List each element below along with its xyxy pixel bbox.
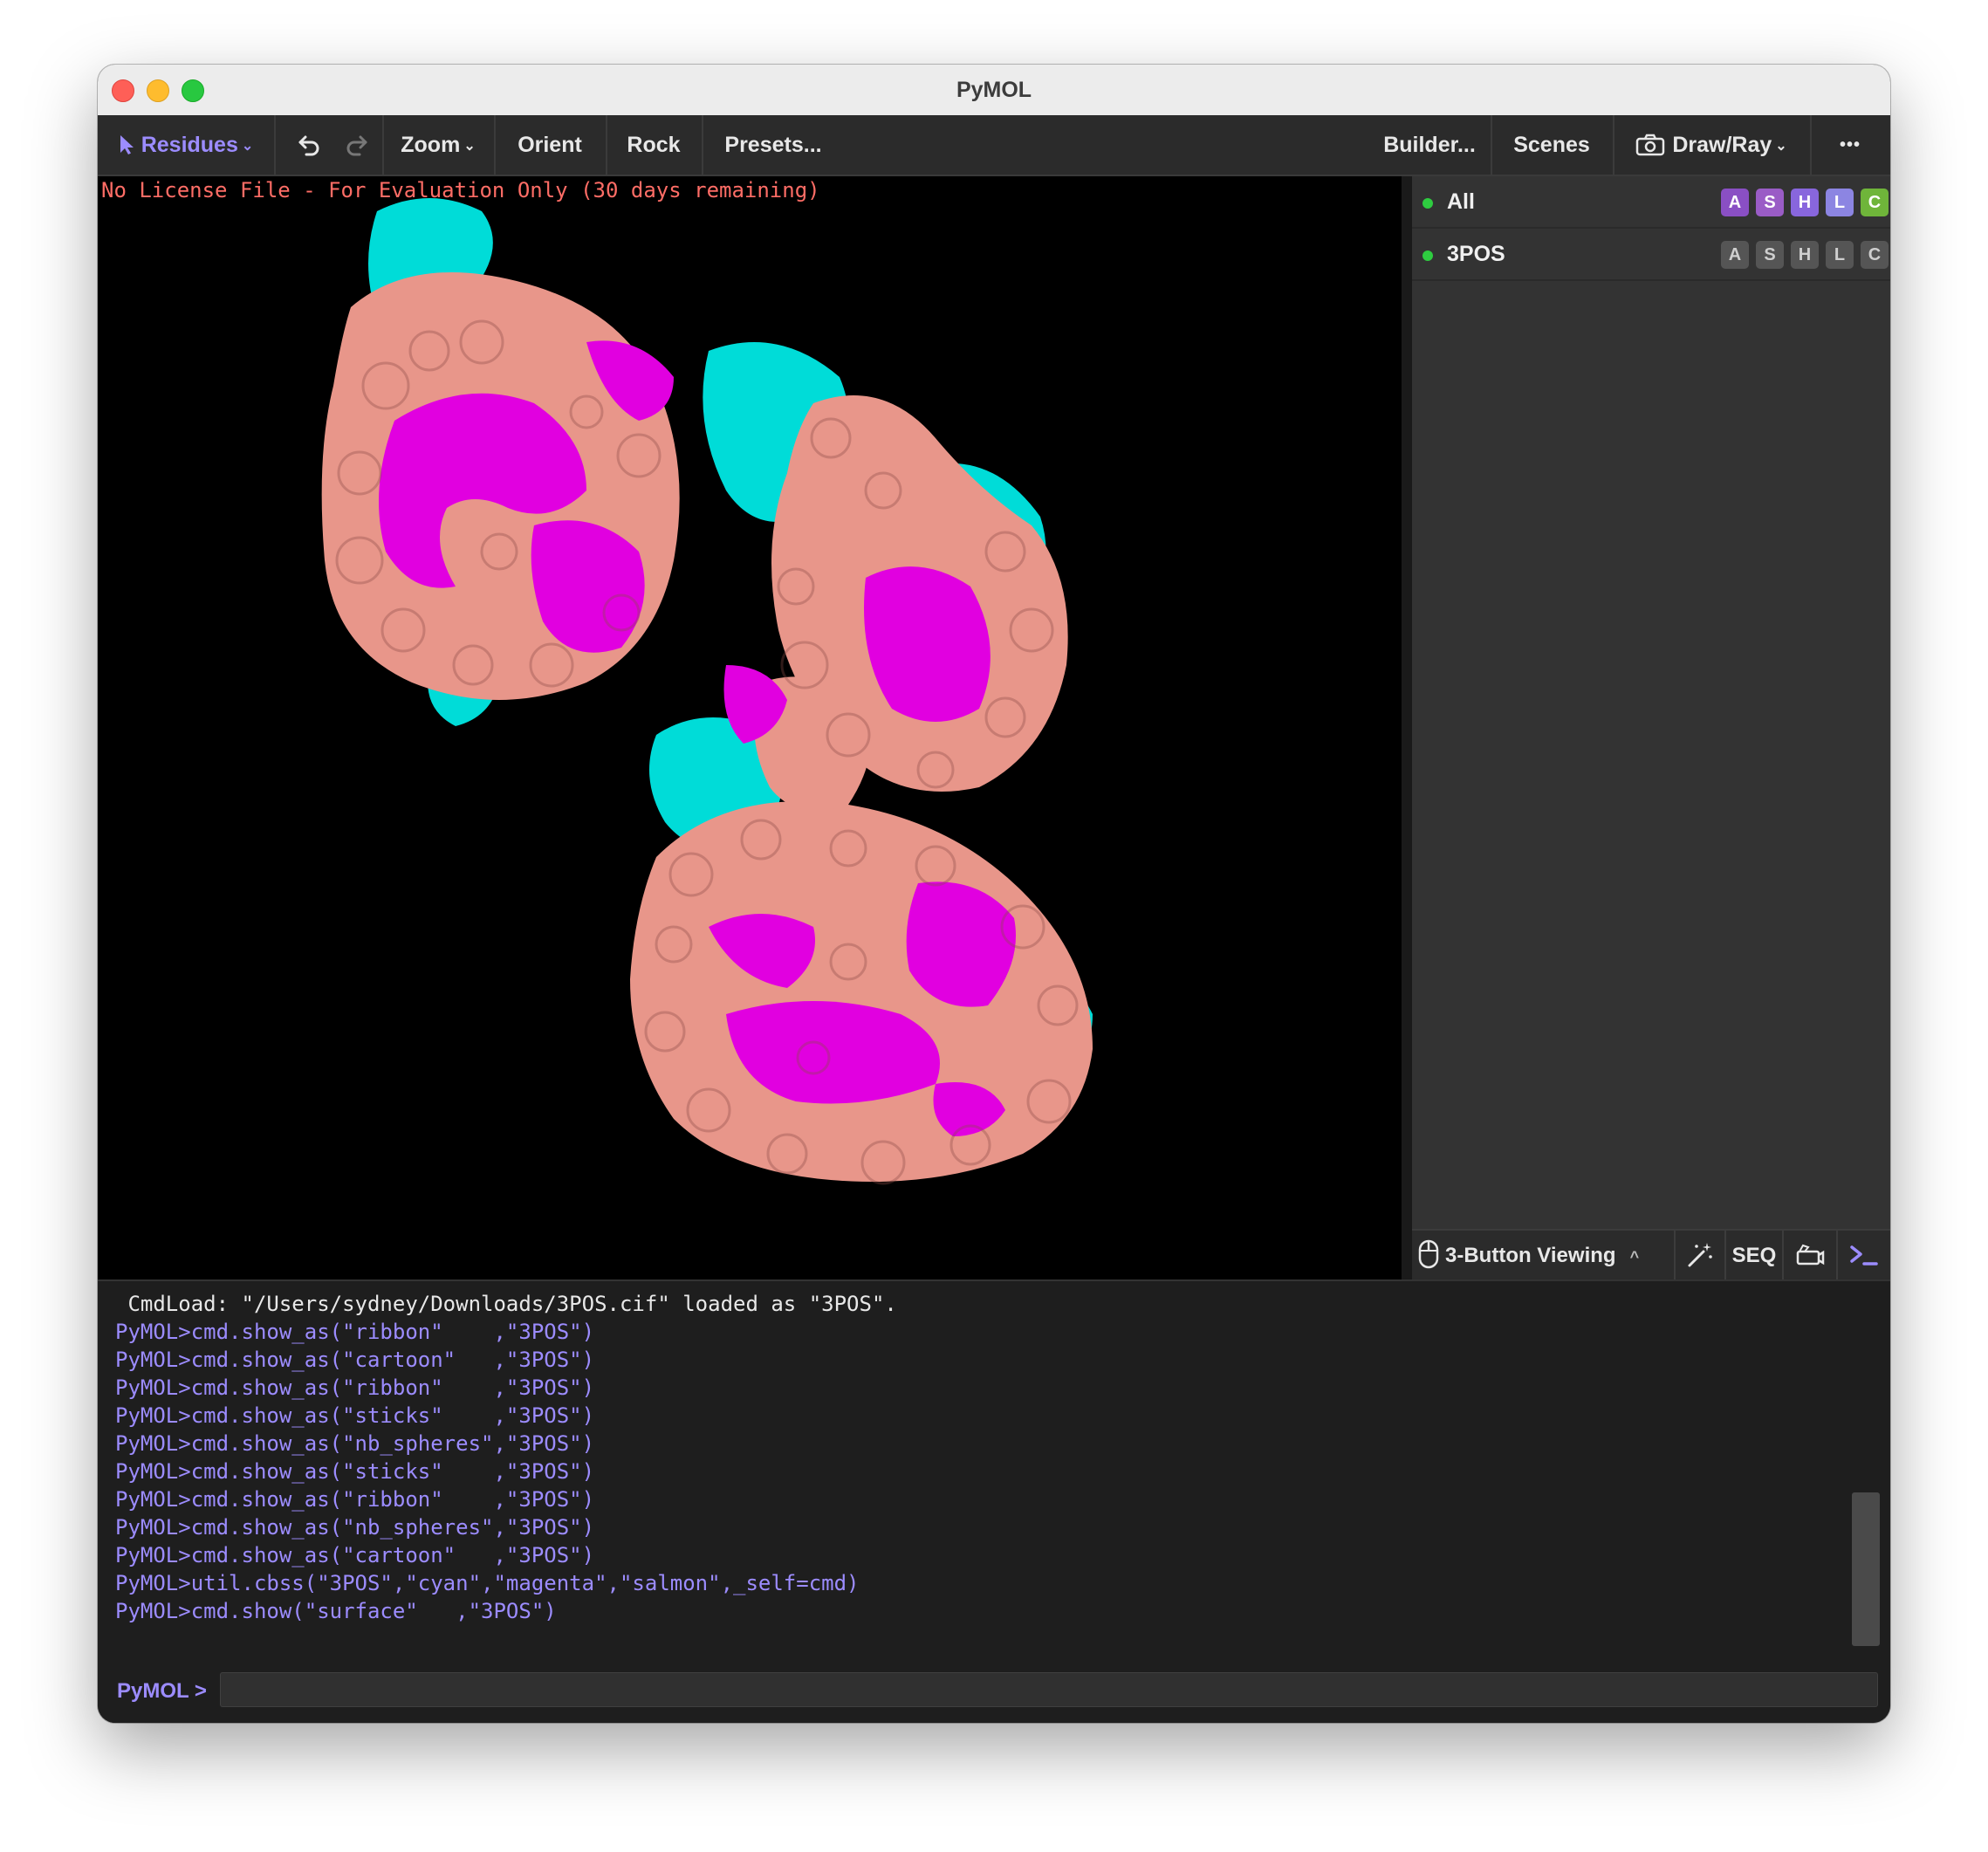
mouse-mode-label: 3-Button Viewing bbox=[1445, 1244, 1616, 1267]
object-name: 3POS bbox=[1447, 242, 1505, 266]
redo-icon bbox=[346, 135, 367, 156]
enabled-indicator[interactable] bbox=[1422, 250, 1433, 261]
undo-button[interactable] bbox=[286, 115, 332, 175]
enabled-indicator[interactable] bbox=[1422, 198, 1433, 209]
show-button[interactable]: S bbox=[1756, 241, 1784, 269]
console-toggle-button[interactable] bbox=[1838, 1231, 1890, 1281]
terminal-prompt-icon bbox=[1850, 1245, 1878, 1266]
zoom-label: Zoom bbox=[401, 133, 461, 157]
object-row-all[interactable]: All A S H L C bbox=[1412, 176, 1890, 229]
mouse-icon bbox=[1418, 1239, 1439, 1269]
scenes-button[interactable]: Scenes bbox=[1491, 115, 1614, 175]
scenes-label: Scenes bbox=[1513, 133, 1590, 157]
chevron-down-icon: ⌄ bbox=[1775, 139, 1787, 154]
command-console: CmdLoad: "/Users/sydney/Downloads/3POS.c… bbox=[98, 1279, 1890, 1723]
chevron-down-icon: ⌄ bbox=[241, 139, 254, 154]
builder-button[interactable]: Builder... bbox=[1368, 115, 1492, 175]
console-scrollbar[interactable] bbox=[1852, 1492, 1880, 1646]
action-button[interactable]: A bbox=[1721, 241, 1749, 269]
hide-button[interactable]: H bbox=[1791, 189, 1819, 216]
hide-button[interactable]: H bbox=[1791, 241, 1819, 269]
rock-label: Rock bbox=[627, 133, 681, 157]
sequence-button[interactable]: SEQ bbox=[1726, 1231, 1784, 1281]
builder-label: Builder... bbox=[1383, 133, 1476, 157]
console-log-line: PyMOL>cmd.show("surface" ,"3POS") bbox=[115, 1599, 557, 1623]
console-log-line: PyMOL>cmd.show_as("sticks" ,"3POS") bbox=[115, 1459, 595, 1484]
object-row-3pos[interactable]: 3POS A S H L C bbox=[1412, 229, 1890, 281]
console-log-line: PyMOL>cmd.show_as("nb_spheres","3POS") bbox=[115, 1431, 595, 1456]
redo-button[interactable] bbox=[332, 115, 384, 175]
presets-label: Presets... bbox=[724, 133, 822, 157]
console-log-line: PyMOL>cmd.show_as("nb_spheres","3POS") bbox=[115, 1515, 595, 1540]
pymol-window: PyMOL Residues ⌄ Zoom ⌄ Orient Rock Preset… bbox=[98, 65, 1890, 1723]
rock-button[interactable]: Rock bbox=[606, 115, 703, 175]
object-name: All bbox=[1447, 189, 1475, 214]
console-log-line: PyMOL>cmd.show_as("ribbon" ,"3POS") bbox=[115, 1320, 595, 1344]
object-panel: All A S H L C 3POS A S H L C 3-Button Vi… bbox=[1412, 176, 1890, 1281]
show-button[interactable]: S bbox=[1756, 189, 1784, 216]
console-log-line: PyMOL>cmd.show_as("cartoon" ,"3POS") bbox=[115, 1543, 595, 1567]
movie-button[interactable] bbox=[1784, 1231, 1838, 1281]
command-input[interactable] bbox=[220, 1672, 1878, 1707]
panel-splitter[interactable] bbox=[1402, 176, 1412, 1279]
command-prompt-label: PyMOL > bbox=[117, 1679, 207, 1703]
action-button[interactable]: A bbox=[1721, 189, 1749, 216]
draw-ray-button[interactable]: Draw/Ray ⌄ bbox=[1613, 115, 1812, 175]
more-options-button[interactable]: ••• bbox=[1810, 115, 1890, 175]
window-title: PyMOL bbox=[956, 78, 1032, 102]
residues-label: Residues bbox=[141, 133, 238, 157]
color-button[interactable]: C bbox=[1861, 189, 1889, 216]
mouse-mode-button[interactable]: 3-Button Viewing ^ bbox=[1412, 1231, 1676, 1281]
chevron-down-icon: ⌄ bbox=[463, 139, 476, 154]
residues-selector-button[interactable]: Residues ⌄ bbox=[98, 115, 276, 175]
title-bar: PyMOL bbox=[98, 65, 1890, 116]
console-log-line: PyMOL>cmd.show_as("cartoon" ,"3POS") bbox=[115, 1348, 595, 1372]
undo-icon bbox=[298, 135, 319, 156]
molecular-viewport[interactable]: No License File - For Evaluation Only (3… bbox=[98, 176, 1402, 1279]
color-button[interactable]: C bbox=[1861, 241, 1889, 269]
zoom-menu-button[interactable]: Zoom ⌄ bbox=[382, 115, 496, 175]
console-log-line: CmdLoad: "/Users/sydney/Downloads/3POS.c… bbox=[115, 1292, 897, 1316]
toolbar: Residues ⌄ Zoom ⌄ Orient Rock Presets... B… bbox=[98, 115, 1890, 176]
console-log-line: PyMOL>util.cbss("3POS","cyan","magenta",… bbox=[115, 1571, 860, 1595]
protein-surface-render bbox=[321, 198, 1093, 1185]
seq-label: SEQ bbox=[1731, 1244, 1777, 1267]
orient-button[interactable]: Orient bbox=[494, 115, 607, 175]
orient-label: Orient bbox=[518, 133, 582, 157]
label-button[interactable]: L bbox=[1826, 241, 1854, 269]
chevron-up-icon: ^ bbox=[1629, 1248, 1640, 1266]
movie-camera-icon bbox=[1796, 1244, 1825, 1266]
console-log-line: PyMOL>cmd.show_as("ribbon" ,"3POS") bbox=[115, 1375, 595, 1400]
draw-ray-label: Draw/Ray bbox=[1672, 133, 1772, 157]
camera-icon bbox=[1636, 134, 1665, 156]
console-log-line: PyMOL>cmd.show_as("ribbon" ,"3POS") bbox=[115, 1487, 595, 1512]
presets-button[interactable]: Presets... bbox=[702, 115, 845, 175]
label-button[interactable]: L bbox=[1826, 189, 1854, 216]
more-options-icon: ••• bbox=[1839, 135, 1861, 154]
cursor-arrow-icon bbox=[120, 135, 134, 154]
magic-wand-icon bbox=[1688, 1243, 1712, 1267]
console-log-line: PyMOL>cmd.show_as("sticks" ,"3POS") bbox=[115, 1403, 595, 1428]
panel-bottom-bar: 3-Button Viewing ^ SEQ bbox=[1412, 1229, 1890, 1281]
wizard-button[interactable] bbox=[1676, 1231, 1726, 1281]
